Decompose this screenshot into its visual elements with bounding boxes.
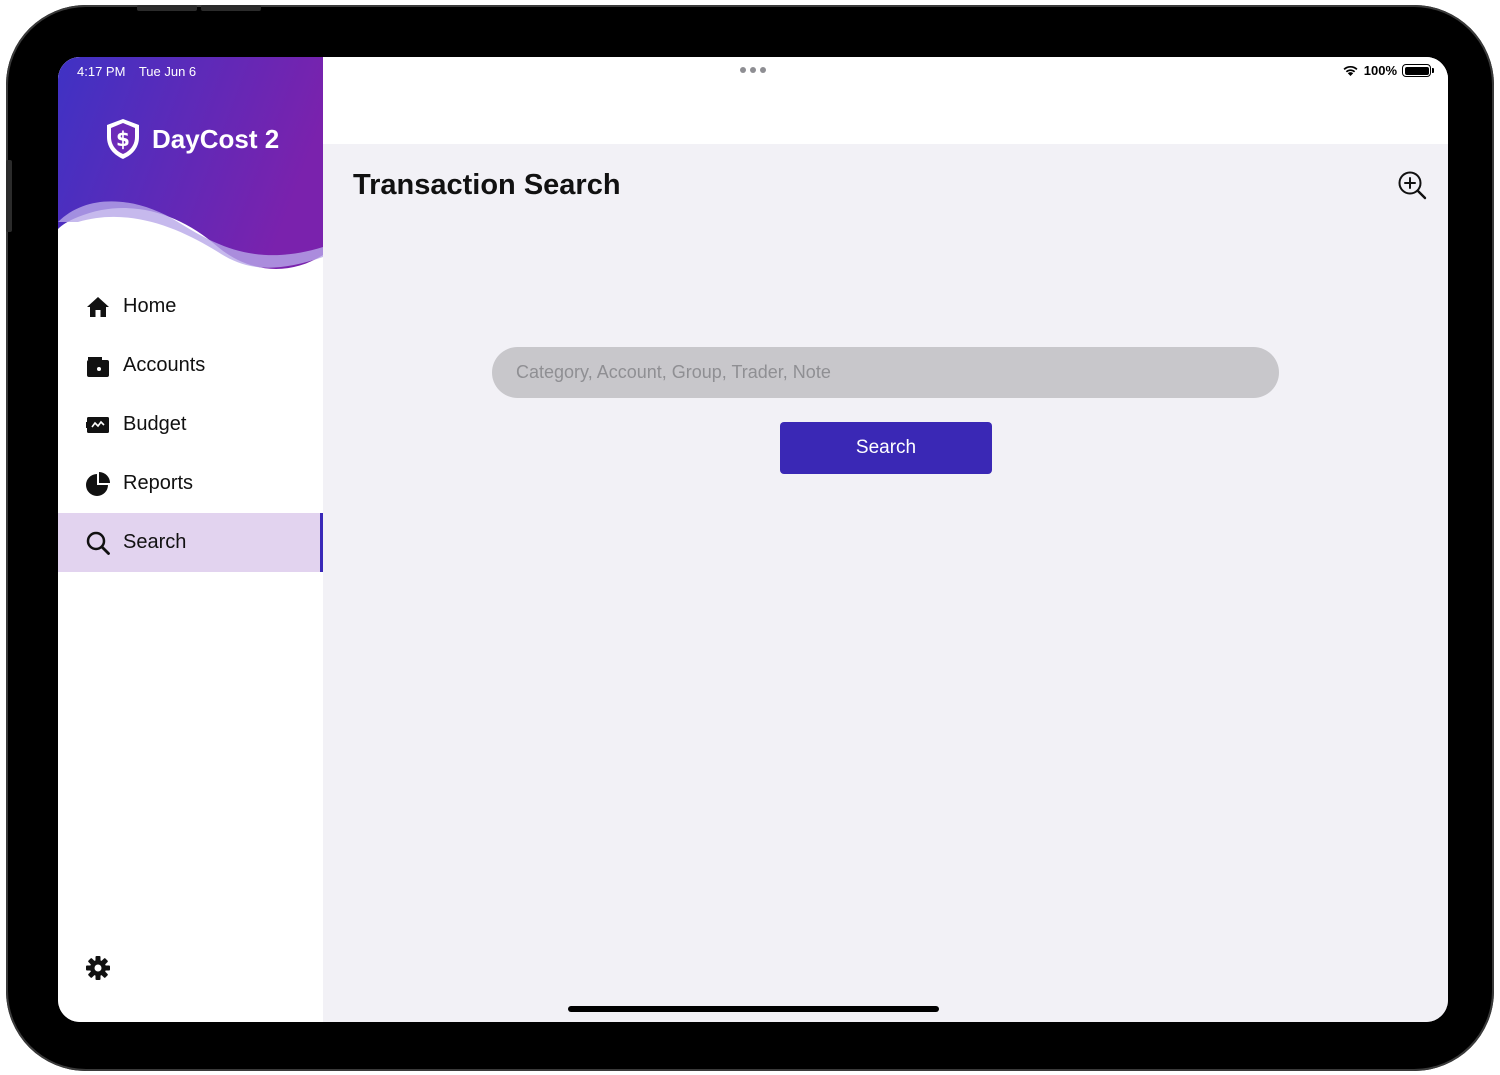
settings-button[interactable] — [85, 955, 111, 986]
sidebar-item-reports[interactable]: Reports — [58, 454, 323, 513]
svg-text:$: $ — [116, 127, 130, 151]
status-date: Tue Jun 6 — [138, 64, 197, 79]
sidebar-item-label: Reports — [123, 472, 194, 494]
sidebar-item-label: Accounts — [123, 354, 206, 376]
sidebar-item-search[interactable]: Search — [58, 513, 323, 572]
zoom-in-icon — [1398, 171, 1427, 200]
sidebar-header-wave — [58, 57, 323, 269]
sidebar-nav: Home Accounts Budget Reports Search — [58, 277, 323, 572]
pie-chart-icon — [85, 471, 110, 496]
wallet-icon — [85, 353, 110, 378]
main-content: Transaction Search Search — [323, 57, 1448, 1022]
screen: $ DayCost 2 Home Accounts Budget Reports… — [58, 57, 1448, 1022]
sidebar-item-label: Budget — [123, 413, 187, 435]
battery-percent: 100% — [1363, 63, 1397, 78]
status-bar-left: 4:17 PM Tue Jun 6 — [77, 64, 206, 79]
search-button[interactable]: Search — [780, 422, 992, 474]
volume-button — [137, 5, 197, 11]
page-title: Transaction Search — [353, 169, 621, 201]
status-time: 4:17 PM — [77, 64, 126, 79]
search-input[interactable] — [492, 347, 1279, 398]
shield-dollar-icon: $ — [107, 119, 139, 159]
volume-button — [201, 5, 261, 11]
sidebar: $ DayCost 2 Home Accounts Budget Reports… — [58, 57, 323, 1022]
top-bar — [323, 57, 1448, 144]
home-icon — [85, 294, 110, 319]
multitasking-dots[interactable] — [740, 67, 766, 73]
status-bar-right: 100% — [1342, 63, 1434, 78]
zoom-button[interactable] — [1397, 170, 1427, 205]
sidebar-item-accounts[interactable]: Accounts — [58, 336, 323, 395]
battery-icon — [1402, 64, 1434, 77]
power-button — [6, 160, 12, 232]
sidebar-item-label: Home — [123, 295, 177, 317]
sidebar-item-label: Search — [123, 531, 187, 553]
home-indicator[interactable] — [568, 1006, 939, 1012]
app-name: DayCost 2 — [152, 123, 280, 154]
gear-icon — [86, 956, 110, 980]
budget-icon — [85, 412, 110, 437]
wifi-icon — [1343, 65, 1358, 76]
sidebar-item-budget[interactable]: Budget — [58, 395, 323, 454]
sidebar-item-home[interactable]: Home — [58, 277, 323, 336]
search-icon — [85, 530, 110, 555]
app-brand: $ DayCost 2 — [104, 117, 279, 161]
